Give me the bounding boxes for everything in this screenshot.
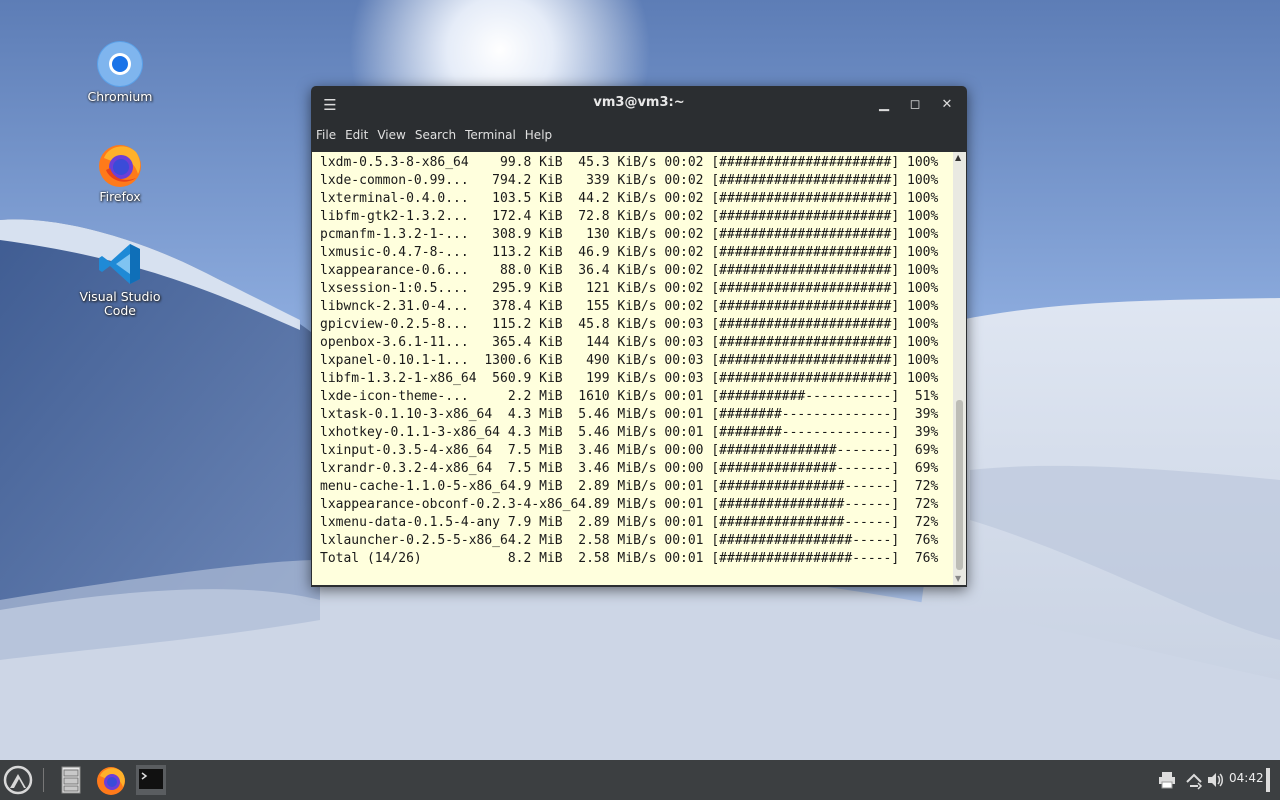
desktop-icon-label: Visual Studio Code	[79, 289, 161, 318]
menu-bar: File Edit View Search Terminal Help	[311, 124, 967, 146]
menu-search[interactable]: Search	[411, 124, 460, 146]
menu-view[interactable]: View	[373, 124, 409, 146]
firefox-icon	[99, 145, 141, 187]
taskbar-separator	[43, 768, 44, 792]
terminal-scrollbar[interactable]: ▲ ▼	[953, 152, 966, 585]
taskbar-clock[interactable]: 04:42	[1229, 771, 1264, 785]
maximize-icon[interactable]: ◻	[906, 96, 924, 114]
app-menu-icon[interactable]	[2, 764, 34, 796]
desktop-icon-label: Chromium	[87, 89, 153, 104]
scroll-down-arrow-icon[interactable]: ▼	[955, 574, 961, 583]
terminal-output[interactable]: lxdm-0.5.3-8-x86_64 99.8 KiB 45.3 KiB/s …	[312, 152, 953, 585]
file-manager-icon[interactable]	[55, 764, 87, 796]
desktop-icon-firefox[interactable]: Firefox	[70, 140, 170, 204]
window-titlebar[interactable]: ☰ vm3@vm3:~ ▁ ◻ ✕	[311, 86, 967, 122]
close-icon[interactable]: ✕	[938, 96, 956, 114]
window-title: vm3@vm3:~	[593, 95, 685, 110]
menu-terminal[interactable]: Terminal	[461, 124, 520, 146]
volume-icon[interactable]	[1206, 770, 1224, 790]
desktop-icon-vscode[interactable]: Visual Studio Code	[70, 240, 170, 318]
taskbar: 04:42	[0, 760, 1280, 800]
menu-help[interactable]: Help	[521, 124, 556, 146]
terminal-taskbar-icon[interactable]	[135, 764, 167, 796]
network-icon[interactable]	[1184, 770, 1204, 790]
firefox-taskbar-icon[interactable]	[95, 764, 127, 796]
minimize-icon[interactable]: ▁	[875, 96, 893, 114]
terminal-text: lxdm-0.5.3-8-x86_64 99.8 KiB 45.3 KiB/s …	[320, 155, 939, 566]
vscode-icon	[99, 244, 140, 284]
menu-edit[interactable]: Edit	[341, 124, 372, 146]
show-desktop-button[interactable]	[1266, 768, 1270, 792]
menu-file[interactable]: File	[312, 124, 340, 146]
printer-icon[interactable]	[1158, 770, 1176, 790]
scroll-up-arrow-icon[interactable]: ▲	[955, 153, 961, 162]
chromium-icon	[97, 41, 143, 87]
scrollbar-thumb[interactable]	[956, 400, 963, 570]
desktop-icon-label: Firefox	[99, 189, 141, 204]
terminal-window[interactable]: ☰ vm3@vm3:~ ▁ ◻ ✕ File Edit View Search Term…	[311, 86, 967, 587]
desktop-icon-chromium[interactable]: Chromium	[70, 40, 170, 104]
